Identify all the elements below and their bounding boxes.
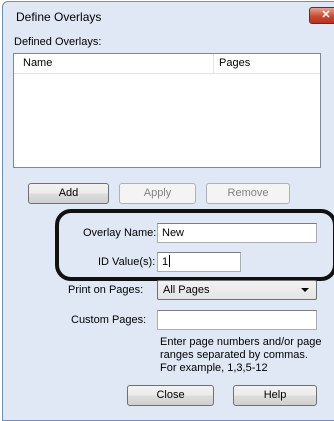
column-name[interactable]: Name (23, 57, 52, 69)
custom-pages-hint: Enter page numbers and/or page ranges se… (160, 336, 322, 374)
title-bar: Define Overlays ✕ (3, 2, 334, 30)
window-title: Define Overlays (16, 10, 102, 24)
remove-button[interactable]: Remove (206, 183, 290, 204)
id-values-field[interactable]: 1 (157, 252, 241, 272)
column-separator[interactable] (213, 54, 214, 73)
column-pages[interactable]: Pages (219, 57, 250, 69)
add-button[interactable]: Add (28, 183, 109, 204)
id-values-text: 1 (162, 256, 169, 268)
id-values-label: ID Value(s): (98, 256, 156, 268)
close-window-button[interactable]: ✕ (309, 7, 334, 24)
overlays-list[interactable]: Name Pages (13, 53, 321, 168)
print-on-pages-value: All Pages (163, 284, 210, 296)
close-button[interactable]: Close (127, 385, 214, 406)
print-on-pages-select[interactable]: All Pages (157, 280, 317, 300)
apply-button[interactable]: Apply (119, 183, 196, 204)
custom-pages-label: Custom Pages: (71, 314, 147, 326)
chevron-down-icon (301, 288, 309, 292)
help-button[interactable]: Help (233, 385, 317, 406)
text-caret (169, 255, 171, 267)
print-on-pages-label: Print on Pages: (68, 284, 144, 296)
overlay-name-field[interactable]: New (157, 223, 317, 243)
list-header: Name Pages (14, 54, 320, 74)
overlay-name-label: Overlay Name: (83, 227, 157, 239)
defined-overlays-label: Defined Overlays: (14, 36, 102, 48)
custom-pages-field[interactable] (157, 310, 317, 330)
